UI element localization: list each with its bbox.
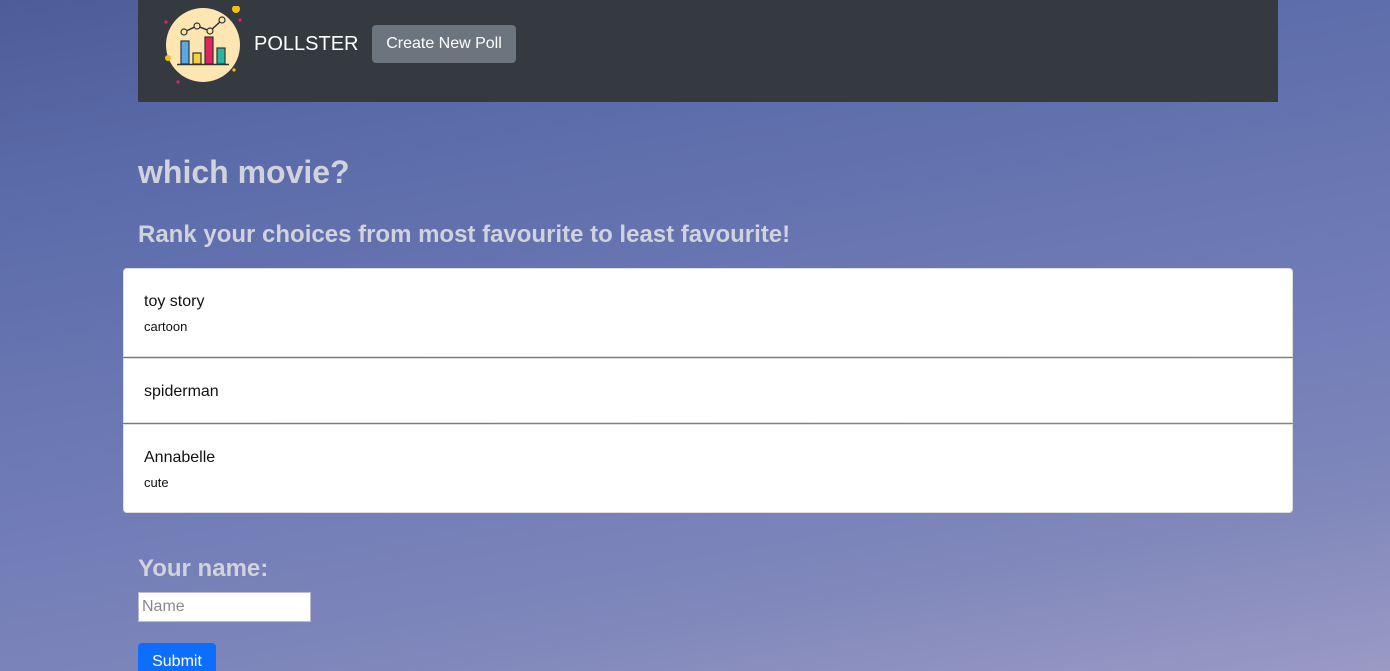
choice-description: cute: [144, 475, 169, 490]
top-navbar: POLLSTER Create New Poll: [138, 0, 1278, 102]
create-new-poll-button[interactable]: Create New Poll: [372, 25, 516, 63]
ranking-instructions: Rank your choices from most favourite to…: [138, 221, 791, 248]
poll-title: which movie?: [138, 154, 350, 190]
brand-title[interactable]: POLLSTER: [254, 31, 358, 57]
choice-item[interactable]: Annabelle cute: [123, 424, 1293, 513]
submit-button[interactable]: Submit: [138, 643, 216, 671]
choice-item[interactable]: spiderman: [123, 358, 1293, 423]
choice-name: spiderman: [144, 383, 219, 400]
choice-name: Annabelle: [144, 449, 216, 466]
choice-list: toy story cartoon spiderman Annabelle cu…: [123, 268, 1293, 513]
choice-item[interactable]: toy story cartoon: [123, 268, 1293, 357]
name-label: Your name:: [138, 555, 269, 582]
choice-description: cartoon: [144, 319, 188, 334]
name-input[interactable]: [138, 592, 311, 622]
bar-chart-icon[interactable]: [164, 6, 242, 84]
choice-name: toy story: [144, 293, 205, 310]
